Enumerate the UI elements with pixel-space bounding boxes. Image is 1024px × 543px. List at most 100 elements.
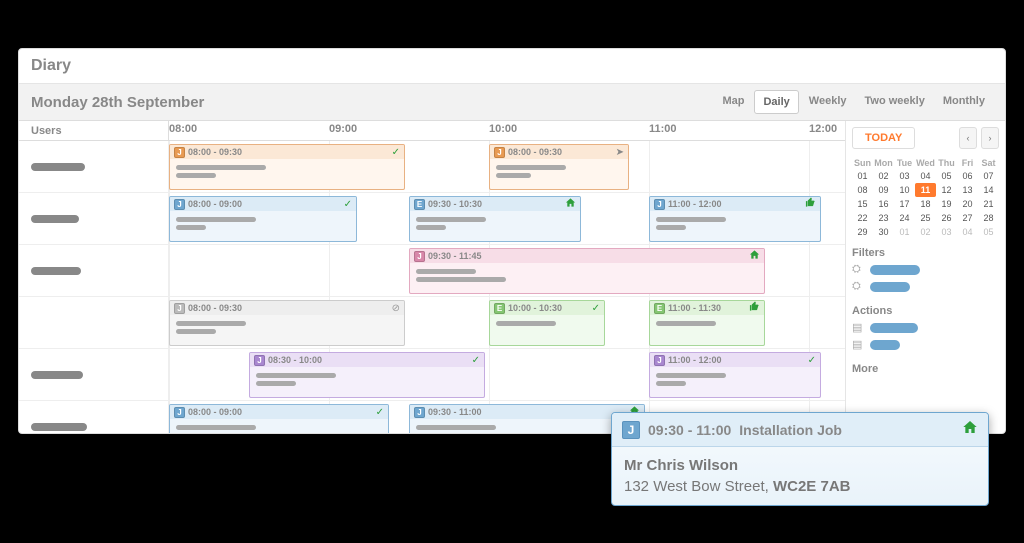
- dow-label: Wed: [915, 157, 936, 169]
- calendar-day[interactable]: 19: [936, 197, 957, 211]
- calendar-day[interactable]: 05: [936, 169, 957, 183]
- calendar-event[interactable]: J09:30 - 11:45: [409, 248, 765, 294]
- sidebar-icon: ▤: [852, 321, 864, 334]
- calendar-event[interactable]: E09:30 - 10:30: [409, 196, 581, 242]
- calendar-day[interactable]: 27: [957, 211, 978, 225]
- sidebar-pill: [870, 282, 910, 292]
- timeline[interactable]: J08:00 - 09:30✓ J08:00 - 09:30➤: [169, 141, 845, 192]
- calendar-event[interactable]: J08:00 - 09:30✓: [169, 144, 405, 190]
- sidebar-icon: ⛭: [852, 280, 864, 293]
- calendar-day[interactable]: 14: [978, 183, 999, 197]
- calendar-day[interactable]: 24: [894, 211, 915, 225]
- user-row: J08:00 - 09:30⊘ E10:00 - 10:30✓ E11:00 - 1…: [19, 297, 845, 349]
- calendar-day[interactable]: 23: [873, 211, 894, 225]
- calendar-day[interactable]: 03: [936, 225, 957, 239]
- event-body-placeholder: [490, 159, 628, 185]
- page-title: Diary: [19, 49, 1005, 84]
- prev-button[interactable]: ‹: [959, 127, 977, 149]
- filters-section: Filters ⛭⛭: [852, 247, 999, 297]
- thumb-icon: [805, 197, 816, 211]
- calendar-day[interactable]: 02: [915, 225, 936, 239]
- event-time: 08:00 - 09:00: [188, 407, 242, 417]
- calendar-day[interactable]: 25: [915, 211, 936, 225]
- calendar-day[interactable]: 09: [873, 183, 894, 197]
- calendar-day[interactable]: 04: [957, 225, 978, 239]
- calendar-event[interactable]: J08:00 - 09:30➤: [489, 144, 629, 190]
- calendar-day[interactable]: 13: [957, 183, 978, 197]
- calendar-event[interactable]: E10:00 - 10:30✓: [489, 300, 605, 346]
- event-type-tag: J: [622, 421, 640, 439]
- calendar-event[interactable]: J11:00 - 12:00: [649, 196, 821, 242]
- sidebar-pill: [870, 265, 920, 275]
- calendar-day[interactable]: 29: [852, 225, 873, 239]
- calendar-day[interactable]: 22: [852, 211, 873, 225]
- check-icon: ✓: [808, 355, 816, 366]
- calendar-day[interactable]: 20: [957, 197, 978, 211]
- calendar-day[interactable]: 01: [894, 225, 915, 239]
- calendar-day[interactable]: 12: [936, 183, 957, 197]
- calendar-event[interactable]: J08:00 - 09:30⊘: [169, 300, 405, 346]
- calendar-day[interactable]: 30: [873, 225, 894, 239]
- user-name-placeholder: [31, 163, 85, 171]
- calendar-day[interactable]: 28: [978, 211, 999, 225]
- calendar-day[interactable]: 16: [873, 197, 894, 211]
- next-button[interactable]: ›: [981, 127, 999, 149]
- calendar-day[interactable]: 06: [957, 169, 978, 183]
- calendar-event[interactable]: J08:00 - 09:00✓: [169, 404, 389, 433]
- user-cell: [19, 297, 169, 348]
- calendar-day[interactable]: 03: [894, 169, 915, 183]
- calendar-day[interactable]: 05: [978, 225, 999, 239]
- calendar-day[interactable]: 01: [852, 169, 873, 183]
- calendar-day[interactable]: 02: [873, 169, 894, 183]
- timeline[interactable]: J08:00 - 09:00✓ E09:30 - 10:30 J11:00 - 12…: [169, 193, 845, 244]
- event-body-placeholder: [410, 263, 764, 289]
- calendar-event[interactable]: J09:30 - 11:00: [409, 404, 645, 433]
- user-cell: [19, 245, 169, 296]
- sidebar-pill: [870, 323, 918, 333]
- user-cell: [19, 193, 169, 244]
- mini-calendar[interactable]: SunMonTueWedThuFriSat0102030405060708091…: [852, 157, 999, 239]
- tooltip-customer: Mr Chris Wilson: [624, 457, 976, 474]
- calendar-day[interactable]: 07: [978, 169, 999, 183]
- side-row[interactable]: ▤: [852, 338, 999, 351]
- calendar-day[interactable]: 15: [852, 197, 873, 211]
- event-time: 11:00 - 12:00: [668, 199, 722, 209]
- hour-label: 11:00: [649, 123, 677, 135]
- user-cell: [19, 141, 169, 192]
- calendar-day[interactable]: 04: [915, 169, 936, 183]
- today-button[interactable]: TODAY: [852, 127, 915, 149]
- timeline[interactable]: J08:00 - 09:30⊘ E10:00 - 10:30✓ E11:00 - 1…: [169, 297, 845, 348]
- more-header: More: [852, 363, 999, 375]
- view-tab-map[interactable]: Map: [714, 90, 752, 114]
- calendar-event[interactable]: J08:30 - 10:00✓: [249, 352, 485, 398]
- schedule-grid: Users 08:0009:0010:0011:0012:00 J08:00 -…: [19, 121, 845, 433]
- tooltip-job-title: Installation Job: [739, 422, 842, 438]
- timeline[interactable]: J08:30 - 10:00✓ J11:00 - 12:00✓: [169, 349, 845, 400]
- sidebar-pill: [870, 340, 900, 350]
- event-time: 08:00 - 09:30: [188, 303, 242, 313]
- side-row[interactable]: ▤: [852, 321, 999, 334]
- calendar-day[interactable]: 10: [894, 183, 915, 197]
- calendar-day[interactable]: 11: [915, 183, 936, 197]
- side-row[interactable]: ⛭: [852, 280, 999, 293]
- view-tab-monthly[interactable]: Monthly: [935, 90, 993, 114]
- view-tab-daily[interactable]: Daily: [754, 90, 798, 114]
- calendar-day[interactable]: 18: [915, 197, 936, 211]
- timeline[interactable]: J09:30 - 11:45: [169, 245, 845, 296]
- calendar-day[interactable]: 08: [852, 183, 873, 197]
- calendar-event[interactable]: J08:00 - 09:00✓: [169, 196, 357, 242]
- view-tab-two-weekly[interactable]: Two weekly: [857, 90, 933, 114]
- dow-label: Thu: [936, 157, 957, 169]
- event-type-tag: J: [414, 407, 425, 418]
- event-time: 09:30 - 11:45: [428, 251, 482, 261]
- event-type-tag: J: [414, 251, 425, 262]
- calendar-day[interactable]: 21: [978, 197, 999, 211]
- calendar-event[interactable]: E11:00 - 11:30: [649, 300, 765, 346]
- event-body-placeholder: [650, 315, 764, 333]
- side-row[interactable]: ⛭: [852, 263, 999, 276]
- calendar-event[interactable]: J11:00 - 12:00✓: [649, 352, 821, 398]
- current-date-label: Monday 28th September: [31, 94, 706, 111]
- view-tab-weekly[interactable]: Weekly: [801, 90, 855, 114]
- calendar-day[interactable]: 26: [936, 211, 957, 225]
- calendar-day[interactable]: 17: [894, 197, 915, 211]
